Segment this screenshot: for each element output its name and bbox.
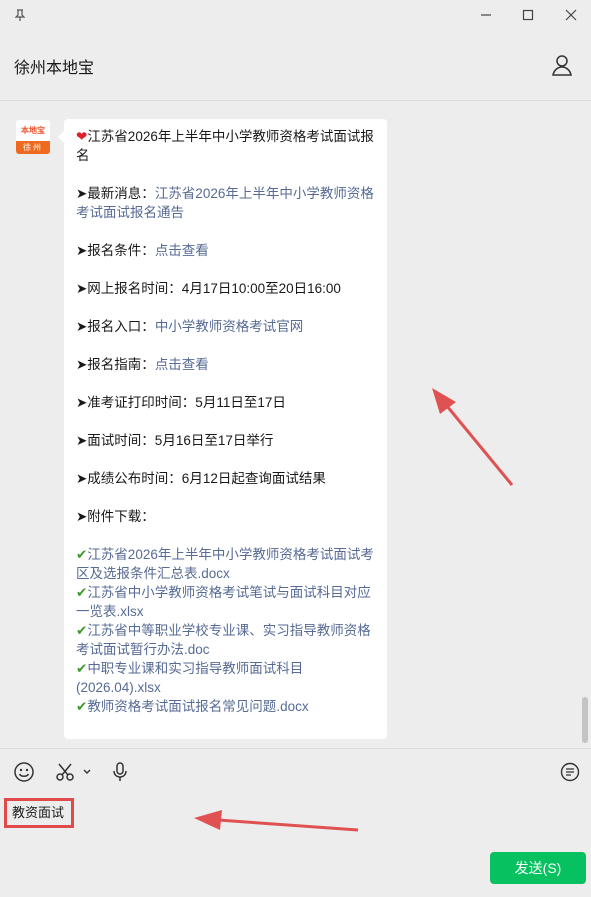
send-button[interactable]: 发送(S) [490, 852, 586, 884]
attachment-item[interactable]: ✔中职专业课和实习指导教师面试科目(2026.04).xlsx [76, 659, 377, 697]
attachment-item[interactable]: ✔江苏省中等职业学校专业课、实习指导教师资格考试面试暂行办法.doc [76, 621, 377, 659]
attachment-item[interactable]: ✔江苏省2026年上半年中小学教师资格考试面试考区及选报条件汇总表.docx [76, 545, 377, 583]
conditions-link[interactable]: 点击查看 [155, 243, 209, 258]
minimize-button[interactable] [466, 0, 506, 30]
screenshot-scissors-icon[interactable] [54, 761, 76, 783]
chat-title: 徐州本地宝 [14, 60, 95, 77]
message-title: ❤江苏省2026年上半年中小学教师资格考试面试报名 [76, 129, 374, 163]
guide-link[interactable]: 点击查看 [155, 357, 209, 372]
message-input-area[interactable]: 教资面试 发送(S) [0, 794, 591, 897]
avatar-logo-text: 本地宝 [16, 120, 50, 141]
chat-messages[interactable]: 本地宝 徐州 ❤江苏省2026年上半年中小学教师资格考试面试报名 ➤最新消息：江… [0, 101, 591, 747]
info-attachments-heading: ➤附件下载： [76, 509, 155, 524]
maximize-button[interactable] [508, 0, 548, 30]
info-registration-time: ➤网上报名时间：4月17日10:00至20日16:00 [76, 281, 341, 296]
chevron-down-icon[interactable] [82, 761, 92, 783]
check-icon: ✔ [76, 699, 88, 714]
info-interview-time: ➤面试时间：5月16日至17日举行 [76, 433, 274, 448]
close-button[interactable] [551, 0, 591, 30]
attachment-item[interactable]: ✔江苏省中小学教师资格考试笔试与面试科目对应一览表.xlsx [76, 583, 377, 621]
check-icon: ✔ [76, 661, 88, 676]
avatar-city-text: 徐州 [16, 141, 50, 154]
window-titlebar [0, 0, 591, 30]
check-icon: ✔ [76, 585, 88, 600]
pin-icon[interactable] [0, 0, 40, 30]
info-guide: ➤报名指南：点击查看 [76, 357, 209, 372]
microphone-icon[interactable] [110, 761, 130, 783]
info-conditions: ➤报名条件：点击查看 [76, 243, 209, 258]
message-bubble[interactable]: ❤江苏省2026年上半年中小学教师资格考试面试报名 ➤最新消息：江苏省2026年… [58, 119, 387, 739]
attachment-item[interactable]: ✔教师资格考试面试报名常见问题.docx [76, 697, 377, 716]
sender-avatar[interactable]: 本地宝 徐州 [16, 120, 50, 154]
message-input[interactable]: 教资面试 [4, 798, 74, 828]
input-toolbar [0, 748, 591, 795]
info-admission-ticket: ➤准考证打印时间：5月11日至17日 [76, 395, 286, 410]
contact-info-icon[interactable] [549, 52, 575, 78]
info-latest-news: ➤最新消息：江苏省2026年上半年中小学教师资格考试面试报名通告 [76, 186, 374, 220]
chat-header: 徐州本地宝 [0, 30, 591, 101]
info-results: ➤成绩公布时间：6月12日起查询面试结果 [76, 471, 326, 486]
chat-scrollbar[interactable] [582, 697, 588, 743]
official-site-link[interactable]: 中小学教师资格考试官网 [155, 319, 304, 334]
heart-icon: ❤ [76, 129, 88, 144]
check-icon: ✔ [76, 547, 88, 562]
chat-history-icon[interactable] [559, 761, 581, 783]
emoji-icon[interactable] [13, 761, 35, 783]
check-icon: ✔ [76, 623, 88, 638]
info-registration-entry: ➤报名入口：中小学教师资格考试官网 [76, 319, 304, 334]
